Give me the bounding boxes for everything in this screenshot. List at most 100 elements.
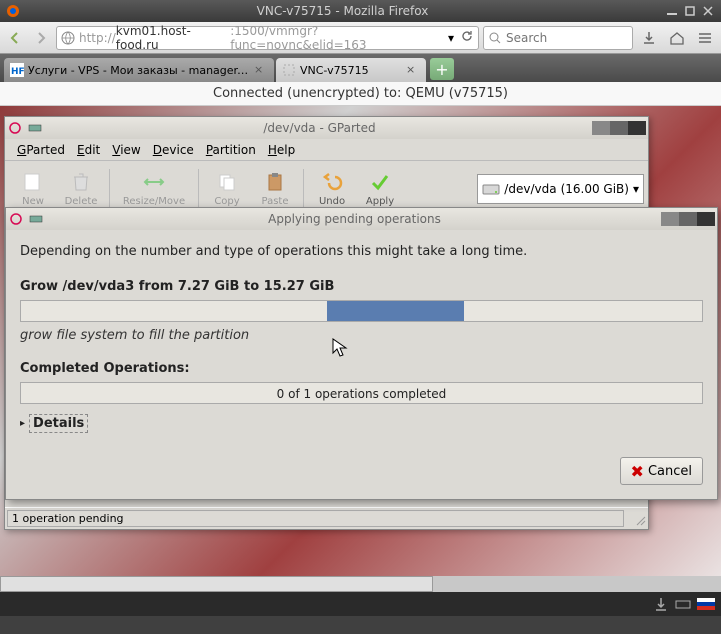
url-bar[interactable]: http://kvm01.host-food.ru:1500/vmmgr?fun…	[56, 26, 479, 50]
progress-fill	[327, 301, 463, 321]
status-text: 1 operation pending	[7, 510, 624, 527]
new-icon	[21, 170, 45, 194]
tool-label: Apply	[366, 196, 394, 207]
hamburger-icon[interactable]	[693, 26, 717, 50]
debian-icon	[7, 120, 23, 136]
system-tray	[0, 592, 721, 616]
minimize-icon[interactable]	[592, 121, 610, 135]
gparted-app-icon	[27, 120, 43, 136]
search-input[interactable]	[506, 31, 628, 45]
close-icon[interactable]	[697, 212, 715, 226]
menu-edit[interactable]: Edit	[71, 141, 106, 159]
gparted-titlebar[interactable]: /dev/vda - GParted	[5, 117, 648, 139]
minimize-icon[interactable]	[665, 4, 679, 18]
close-icon[interactable]	[628, 121, 646, 135]
firefox-titlebar: VNC-v75715 - Mozilla Firefox	[0, 0, 721, 22]
close-icon[interactable]	[701, 4, 715, 18]
cancel-button[interactable]: ✖ Cancel	[620, 457, 703, 485]
device-selector[interactable]: /dev/vda (16.00 GiB) ▾	[477, 174, 644, 204]
tab-label: Услуги - VPS - Мои заказы - manager.h…	[28, 64, 250, 77]
dialog-titlebar[interactable]: Applying pending operations	[6, 208, 717, 230]
tab-2[interactable]: VNC-v75715 ×	[276, 58, 426, 82]
firefox-app-icon	[6, 4, 20, 18]
dropdown-icon[interactable]: ▾	[448, 31, 454, 45]
maximize-icon[interactable]	[683, 4, 697, 18]
tab-1[interactable]: HF Услуги - VPS - Мои заказы - manager.h…	[4, 58, 274, 82]
apply-button[interactable]: Apply	[356, 168, 404, 209]
trash-icon	[69, 170, 93, 194]
completed-label: Completed Operations:	[20, 361, 703, 376]
vnc-viewport: Connected (unencrypted) to: QEMU (v75715…	[0, 82, 721, 616]
device-path: /dev/vda	[504, 182, 556, 196]
scrollbar-thumb[interactable]	[0, 576, 433, 592]
delete-button: Delete	[57, 168, 105, 209]
home-icon[interactable]	[665, 26, 689, 50]
undo-icon	[320, 170, 344, 194]
apply-operations-dialog: Applying pending operations Depending on…	[5, 207, 718, 500]
dialog-title: Applying pending operations	[48, 212, 661, 226]
search-bar[interactable]	[483, 26, 633, 50]
download-arrow-icon[interactable]	[653, 596, 669, 612]
dialog-footer: ✖ Cancel	[6, 447, 717, 499]
menu-device[interactable]: Device	[147, 141, 200, 159]
bottom-bar	[0, 576, 721, 616]
new-button: New	[9, 168, 57, 209]
tool-label: New	[22, 196, 44, 207]
device-size: (16.00 GiB)	[561, 182, 629, 196]
keyboard-icon[interactable]	[675, 596, 691, 612]
cancel-icon: ✖	[631, 462, 644, 481]
disk-icon	[482, 180, 500, 198]
separator	[303, 169, 304, 209]
favicon-icon: HF	[10, 63, 24, 77]
paste-button: Paste	[251, 168, 299, 209]
vnc-status-bar: Connected (unencrypted) to: QEMU (v75715…	[0, 82, 721, 106]
operation-title: Grow /dev/vda3 from 7.27 GiB to 15.27 Gi…	[20, 279, 703, 294]
minimize-icon[interactable]	[661, 212, 679, 226]
menu-help[interactable]: Help	[262, 141, 301, 159]
firefox-toolbar: http://kvm01.host-food.ru:1500/vmmgr?fun…	[0, 22, 721, 54]
close-icon[interactable]: ×	[406, 63, 420, 77]
downloads-icon[interactable]	[637, 26, 661, 50]
globe-icon	[61, 31, 75, 45]
tool-label: Paste	[262, 196, 289, 207]
apply-icon	[368, 170, 392, 194]
separator	[198, 169, 199, 209]
menu-gparted[interactable]: GParted	[11, 141, 71, 159]
menu-partition[interactable]: Partition	[200, 141, 262, 159]
maximize-icon[interactable]	[679, 212, 697, 226]
maximize-icon[interactable]	[610, 121, 628, 135]
forward-button[interactable]	[30, 27, 52, 49]
window-title: VNC-v75715 - Mozilla Firefox	[22, 4, 663, 18]
favicon-icon	[282, 63, 296, 77]
dialog-body: Depending on the number and type of oper…	[6, 230, 717, 447]
gparted-menubar: GParted Edit View Device Partition Help	[5, 139, 648, 161]
undo-button[interactable]: Undo	[308, 168, 356, 209]
menu-view[interactable]: View	[106, 141, 146, 159]
operation-progress	[20, 300, 703, 322]
suboperation-text: grow file system to fill the partition	[20, 328, 703, 343]
details-expander[interactable]: ▸ Details	[20, 414, 703, 433]
language-flag-icon[interactable]	[697, 598, 715, 610]
url-host: kvm01.host-food.ru	[116, 24, 230, 52]
debian-icon	[8, 211, 24, 227]
close-icon[interactable]: ×	[254, 63, 268, 77]
triangle-right-icon: ▸	[20, 418, 25, 429]
dialog-intro: Depending on the number and type of oper…	[20, 244, 703, 259]
search-icon	[488, 31, 502, 45]
resize-button: Resize/Move	[114, 168, 194, 209]
horizontal-scrollbar[interactable]	[0, 576, 721, 592]
separator	[109, 169, 110, 209]
details-label: Details	[29, 414, 88, 433]
firefox-window: http://kvm01.host-food.ru:1500/vmmgr?fun…	[0, 22, 721, 616]
resize-grip-icon[interactable]	[632, 512, 646, 526]
new-tab-button[interactable]: +	[430, 58, 454, 80]
back-button[interactable]	[4, 27, 26, 49]
gparted-title: /dev/vda - GParted	[47, 121, 592, 135]
completed-progress: 0 of 1 operations completed	[20, 382, 703, 404]
tab-label: VNC-v75715	[300, 64, 402, 77]
tool-label: Resize/Move	[123, 196, 185, 207]
paste-icon	[263, 170, 287, 194]
url-path: :1500/vmmgr?func=novnc&elid=163	[230, 24, 448, 52]
tool-label: Undo	[319, 196, 345, 207]
reload-icon[interactable]	[460, 29, 474, 46]
